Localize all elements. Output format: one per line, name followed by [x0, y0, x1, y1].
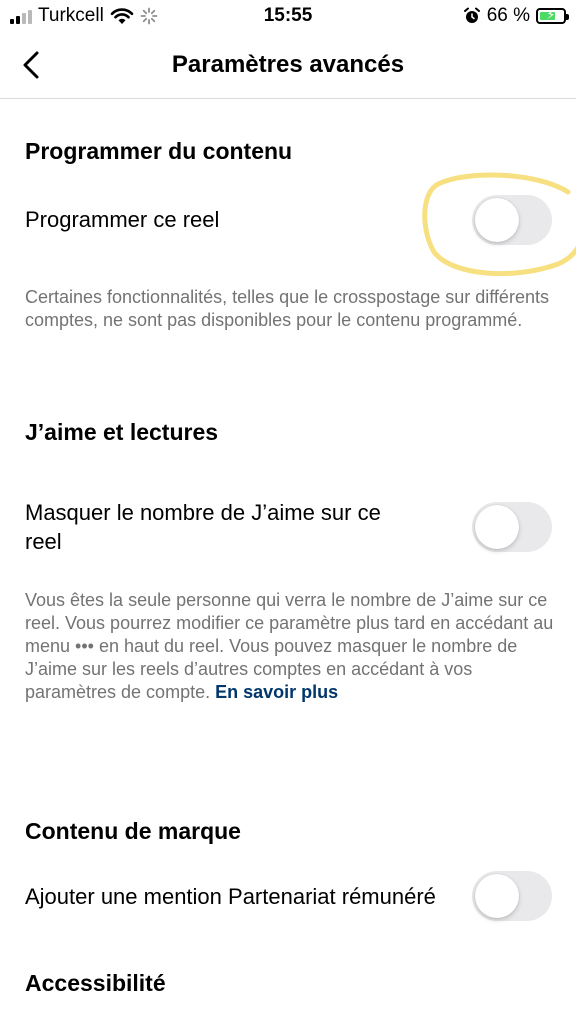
section-title-schedule: Programmer du contenu	[25, 138, 293, 164]
schedule-helper-text: Certaines fonctionnalités, telles que le…	[25, 287, 549, 330]
learn-more-link[interactable]: En savoir plus	[215, 682, 338, 702]
hide-likes-toggle[interactable]	[472, 502, 552, 552]
status-right: 66 % ⚡	[463, 5, 569, 27]
schedule-reel-toggle[interactable]	[472, 195, 552, 245]
alarm-icon	[463, 7, 480, 23]
battery-percent: 66 %	[486, 5, 530, 26]
more-menu-glyph: •••	[75, 636, 94, 656]
section-title-likes: J’aime et lectures	[25, 419, 219, 445]
paid-partnership-label: Ajouter une mention Partenariat rémunéré	[25, 884, 436, 909]
paid-partnership-toggle[interactable]	[472, 871, 552, 921]
status-bar: Turkcell 15:55 66 % ⚡	[0, 0, 576, 34]
toggle-knob	[475, 198, 519, 242]
hide-likes-label: Masquer le nombre de J’aime sur ce reel	[25, 500, 381, 554]
toggle-knob	[475, 505, 519, 549]
page-title: Paramètres avancés	[171, 51, 405, 78]
toggle-knob	[475, 874, 519, 918]
schedule-reel-label: Programmer ce reel	[25, 207, 220, 232]
section-title-accessibility: Accessibilité	[25, 970, 166, 996]
battery-icon: ⚡	[536, 7, 569, 24]
likes-helper-text: Vous êtes la seule personne qui verra le…	[25, 589, 555, 704]
nav-bar: Paramètres avancés	[0, 34, 576, 99]
section-title-branded: Contenu de marque	[25, 818, 241, 844]
